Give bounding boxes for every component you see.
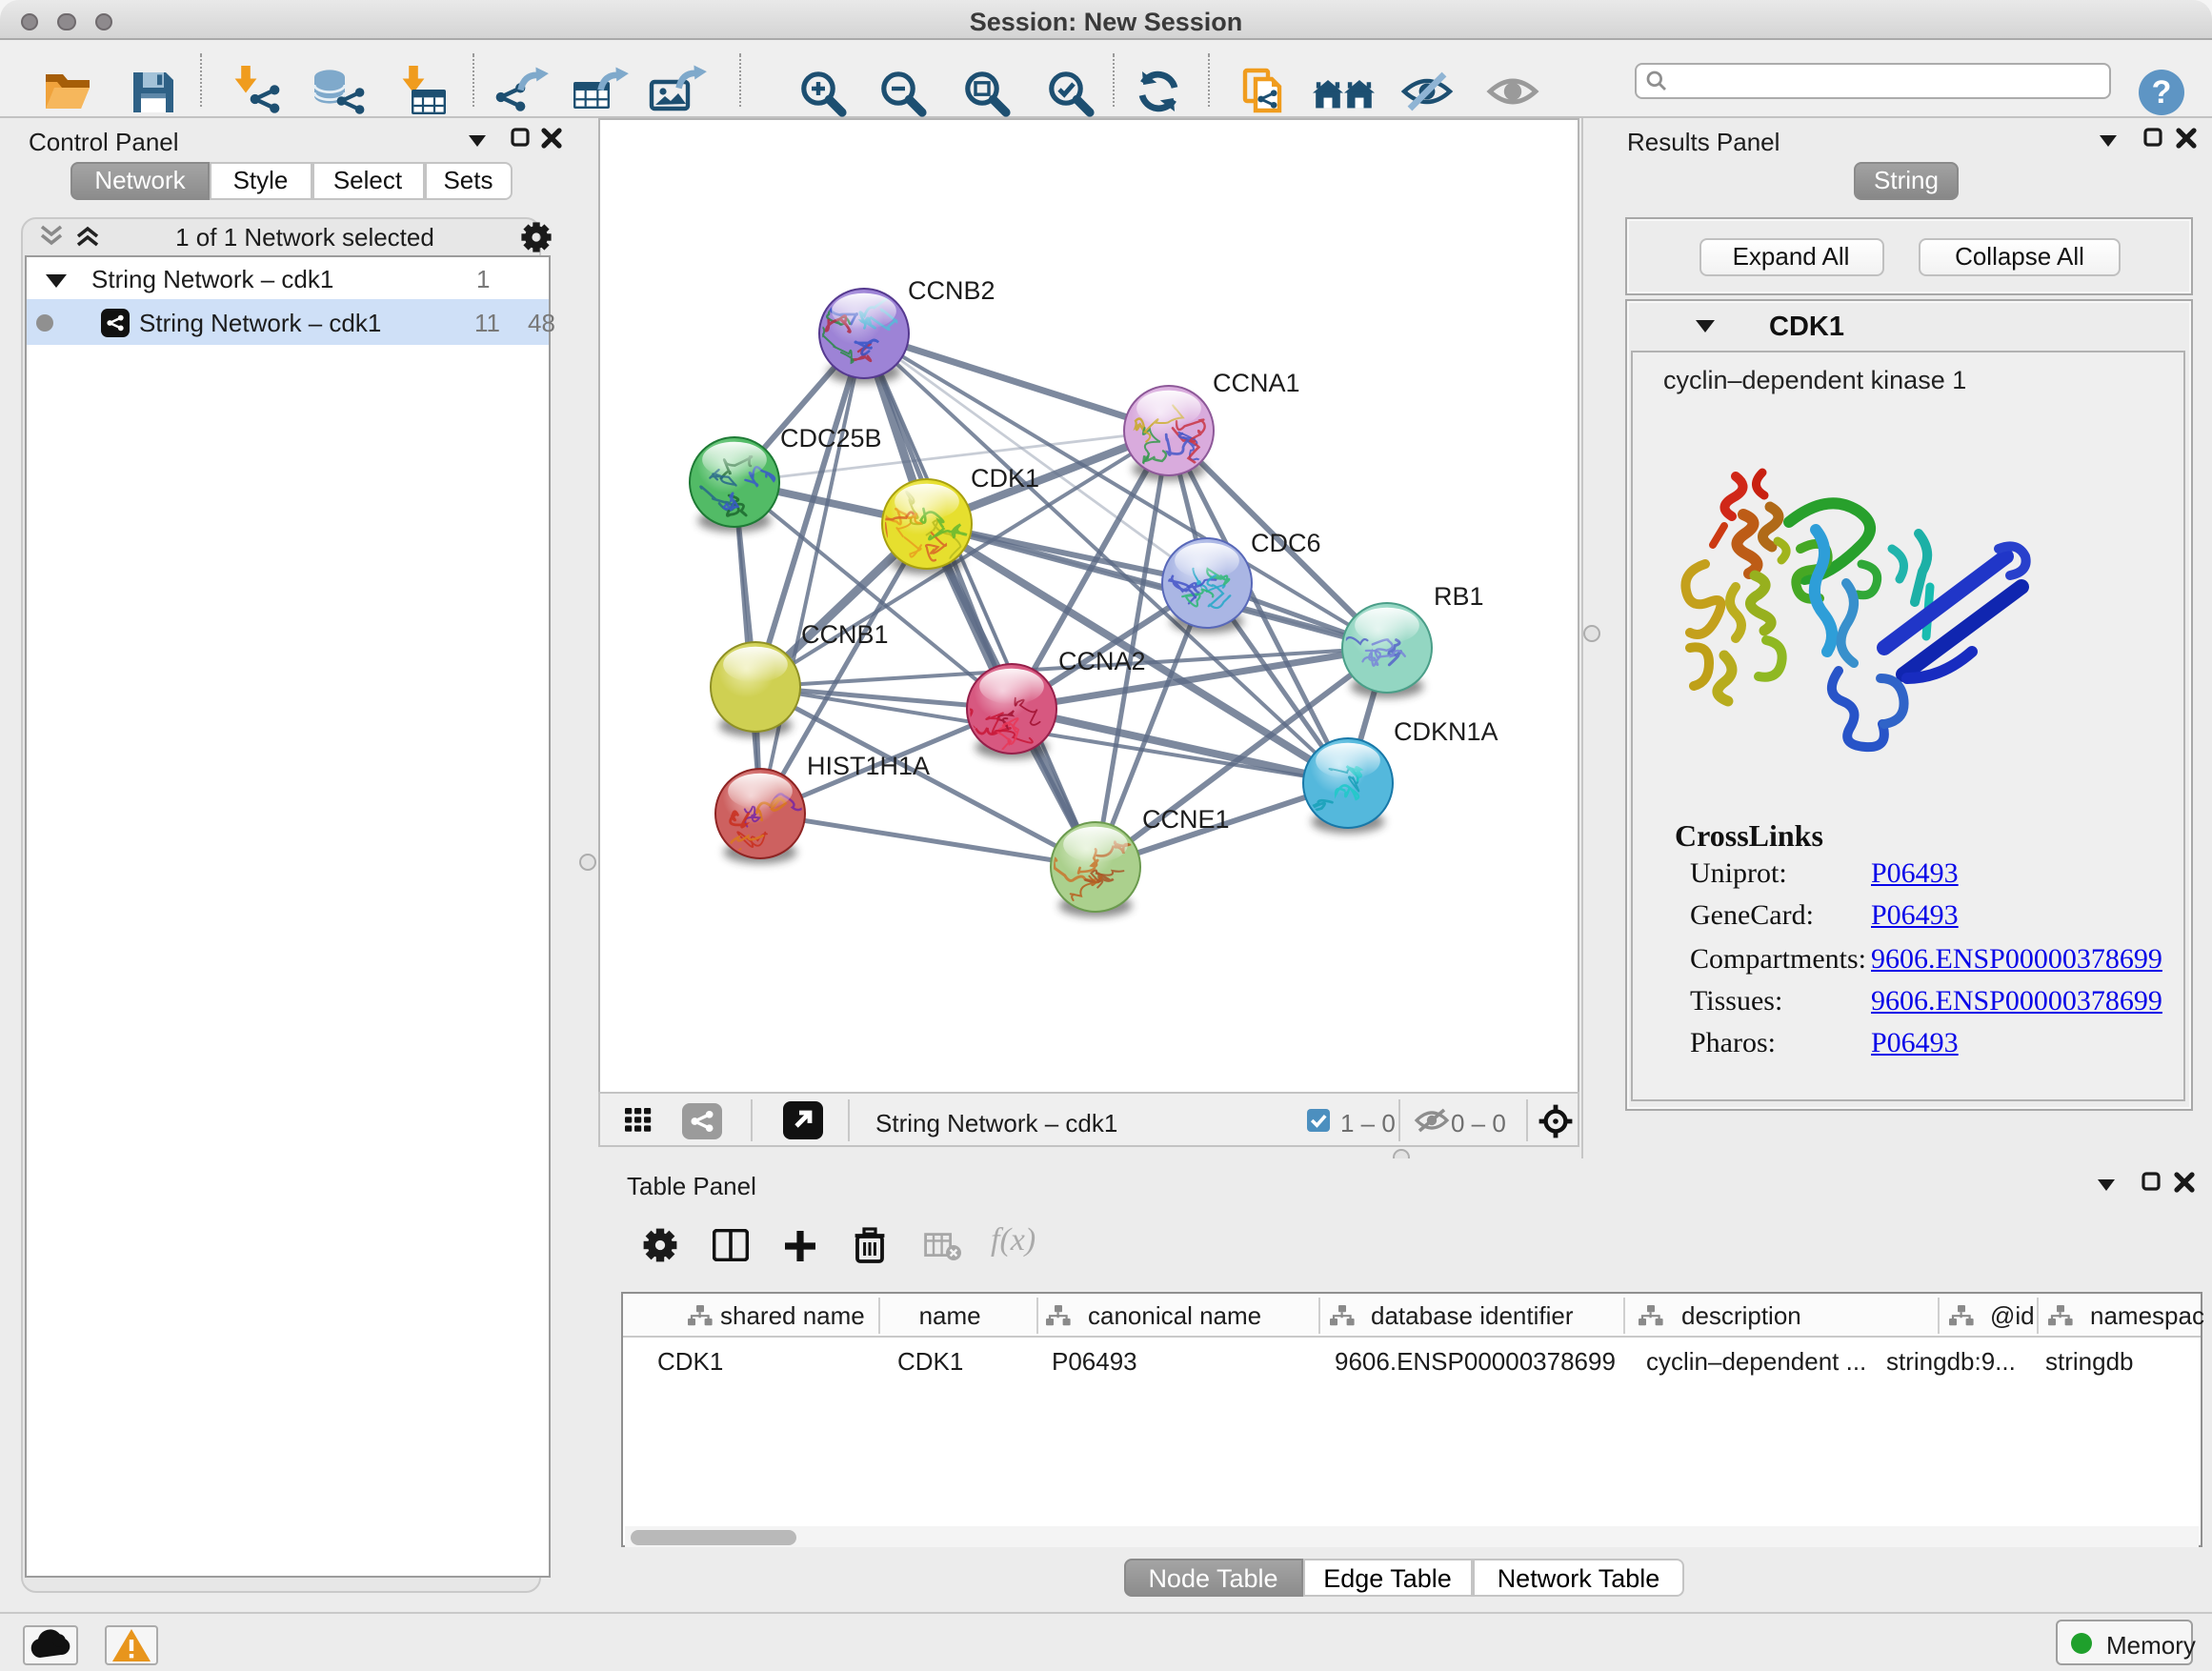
svg-text:CDC6: CDC6 [1250,529,1320,557]
svg-text:CCNA1: CCNA1 [1212,369,1299,397]
svg-text:CDC25B: CDC25B [779,424,881,453]
svg-text:RB1: RB1 [1433,582,1483,611]
svg-text:?: ? [2152,73,2172,110]
svg-text:CCNE1: CCNE1 [1141,805,1229,834]
svg-text:CCNB1: CCNB1 [800,620,888,649]
svg-text:CDK1: CDK1 [970,464,1038,493]
svg-text:CDKN1A: CDKN1A [1393,717,1498,746]
svg-text:CCNA2: CCNA2 [1057,647,1145,675]
svg-text:HIST1H1A: HIST1H1A [806,752,929,780]
svg-text:CCNB2: CCNB2 [907,276,995,305]
